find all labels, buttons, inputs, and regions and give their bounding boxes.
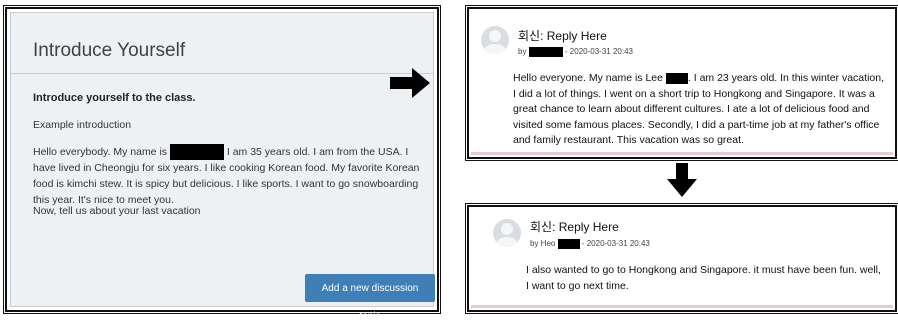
- reply-body: I also wanted to go to Hongkong and Sing…: [526, 264, 881, 292]
- intro-content: Introduce Yourself Introduce yourself to…: [10, 12, 435, 322]
- example-text-start: Hello everybody. My name is: [33, 146, 170, 158]
- page-title: Introduce Yourself: [33, 40, 186, 61]
- redacted-name: [169, 144, 224, 161]
- reply-title[interactable]: 회신: Reply Here: [530, 218, 619, 235]
- avatar: [481, 26, 509, 54]
- meta-date: - 2020-03-31 20:43: [581, 239, 650, 249]
- meta-date: - 2020-03-31 20:43: [564, 47, 633, 57]
- divider: [471, 152, 893, 155]
- avatar: [493, 219, 521, 247]
- reply-title[interactable]: 회신: Reply Here: [518, 27, 607, 44]
- add-discussion-topic-button[interactable]: Add a new discussion topic: [305, 274, 435, 322]
- example-label: Example introduction: [33, 119, 132, 131]
- intro-panel: Introduce Yourself Introduce yourself to…: [3, 5, 441, 322]
- redacted-name: [665, 72, 688, 84]
- intro-subtitle: Introduce yourself to the class.: [33, 92, 196, 104]
- meta-by: by: [518, 47, 527, 57]
- example-text: Hello everybody. My name is I am 35 year…: [33, 144, 431, 208]
- reply-post-1: 회신: Reply Here by - 2020-03-31 20:43 Hel…: [465, 5, 898, 161]
- prompt-text: Now, tell us about your last vacation: [33, 205, 201, 217]
- reply-meta: by Heo - 2020-03-31 20:43: [530, 239, 650, 249]
- divider: [11, 73, 433, 74]
- divider: [471, 305, 893, 308]
- reply-post-2: 회신: Reply Here by Heo - 2020-03-31 20:43…: [465, 203, 898, 314]
- redacted-author: [528, 47, 563, 57]
- reply-body: Hello everyone. My name is Lee . I am 23…: [513, 71, 885, 149]
- reply-content-1: 회신: Reply Here by - 2020-03-31 20:43 Hel…: [471, 11, 893, 155]
- arrow-down-icon: [667, 163, 697, 197]
- reply-body-start: Hello everyone. My name is Lee: [513, 72, 666, 84]
- meta-by: by Heo: [530, 239, 556, 249]
- arrow-right-icon: [390, 68, 430, 98]
- reply-content-2: 회신: Reply Here by Heo - 2020-03-31 20:43…: [471, 209, 893, 308]
- reply-meta: by - 2020-03-31 20:43: [518, 47, 633, 57]
- redacted-author: [557, 239, 580, 249]
